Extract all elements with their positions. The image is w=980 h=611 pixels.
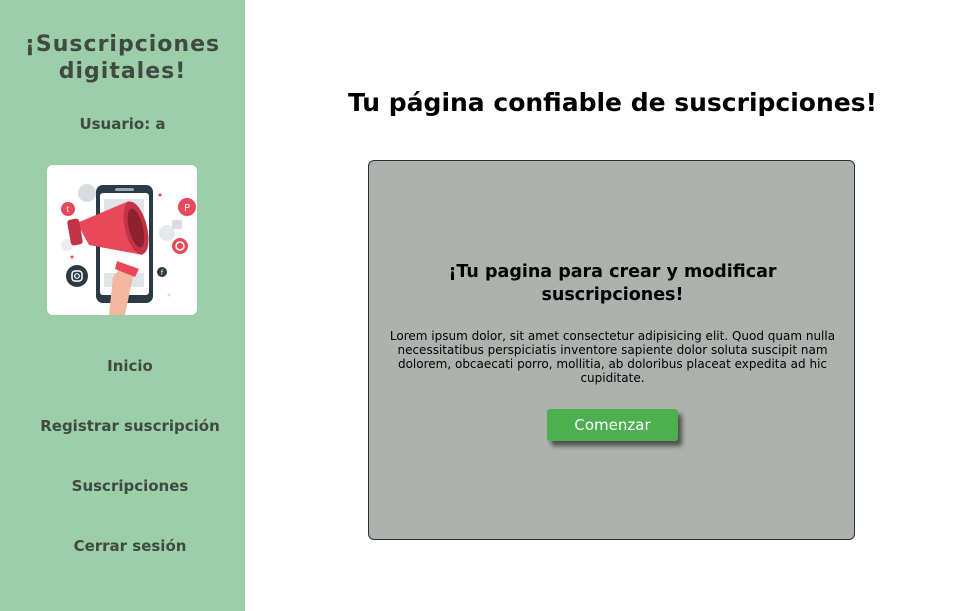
whatsapp-icon bbox=[172, 238, 188, 254]
nav-item-registrar-suscripcion[interactable]: Registrar suscripción bbox=[0, 404, 260, 464]
twitter-icon: t bbox=[61, 202, 75, 216]
svg-text:t: t bbox=[66, 205, 69, 214]
pinterest-icon: P bbox=[178, 198, 196, 216]
page-title: Tu página confiable de suscripciones! bbox=[347, 88, 878, 117]
nav-item-suscripciones[interactable]: Suscripciones bbox=[0, 464, 260, 524]
nav-item-cerrar-sesion[interactable]: Cerrar sesión bbox=[0, 524, 260, 584]
card-description: Lorem ipsum dolor, sit amet consectetur … bbox=[389, 329, 836, 385]
sidebar-nav: Inicio Registrar suscripción Suscripcion… bbox=[0, 344, 260, 584]
nav-item-inicio[interactable]: Inicio bbox=[0, 344, 260, 404]
start-button[interactable]: Comenzar bbox=[547, 409, 678, 441]
instagram-icon bbox=[66, 265, 88, 287]
sidebar: ¡Suscripciones digitales! Usuario: a t P… bbox=[0, 0, 245, 611]
svg-text:P: P bbox=[184, 203, 190, 214]
welcome-card: ¡Tu pagina para crear y modificar suscri… bbox=[368, 160, 855, 540]
brand-title: ¡Suscripciones digitales! bbox=[24, 32, 221, 84]
card-title: ¡Tu pagina para crear y modificar suscri… bbox=[448, 262, 777, 305]
facebook-icon: f bbox=[157, 267, 167, 277]
user-label: Usuario: a bbox=[79, 115, 166, 133]
like-icon bbox=[172, 220, 182, 229]
megaphone-phone-illustration: t P f bbox=[47, 165, 197, 315]
